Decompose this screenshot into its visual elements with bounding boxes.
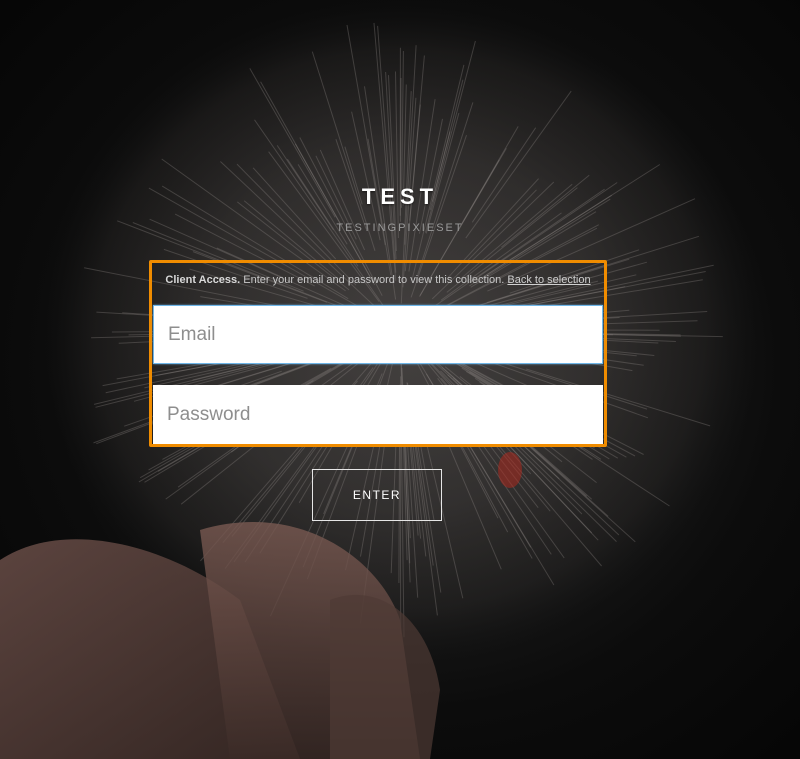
gallery-subtitle: TESTINGPIXIESET [336, 222, 464, 234]
access-note-heading: Client Access. [165, 274, 241, 286]
access-note-text: Enter your email and password to view th… [240, 274, 508, 286]
back-to-selection-link[interactable]: Back to selection [507, 274, 590, 286]
client-access-form: Client Access. Enter your email and pass… [149, 260, 607, 447]
email-field[interactable] [153, 305, 603, 364]
gallery-title: TEST [361, 184, 439, 209]
enter-button[interactable]: ENTER [312, 469, 442, 521]
access-note: Client Access. Enter your email and pass… [152, 274, 604, 286]
password-field[interactable] [153, 385, 603, 444]
login-page: TEST TESTINGPIXIESET Client Access. Ente… [0, 0, 800, 759]
content-layer: TEST TESTINGPIXIESET Client Access. Ente… [0, 0, 800, 759]
